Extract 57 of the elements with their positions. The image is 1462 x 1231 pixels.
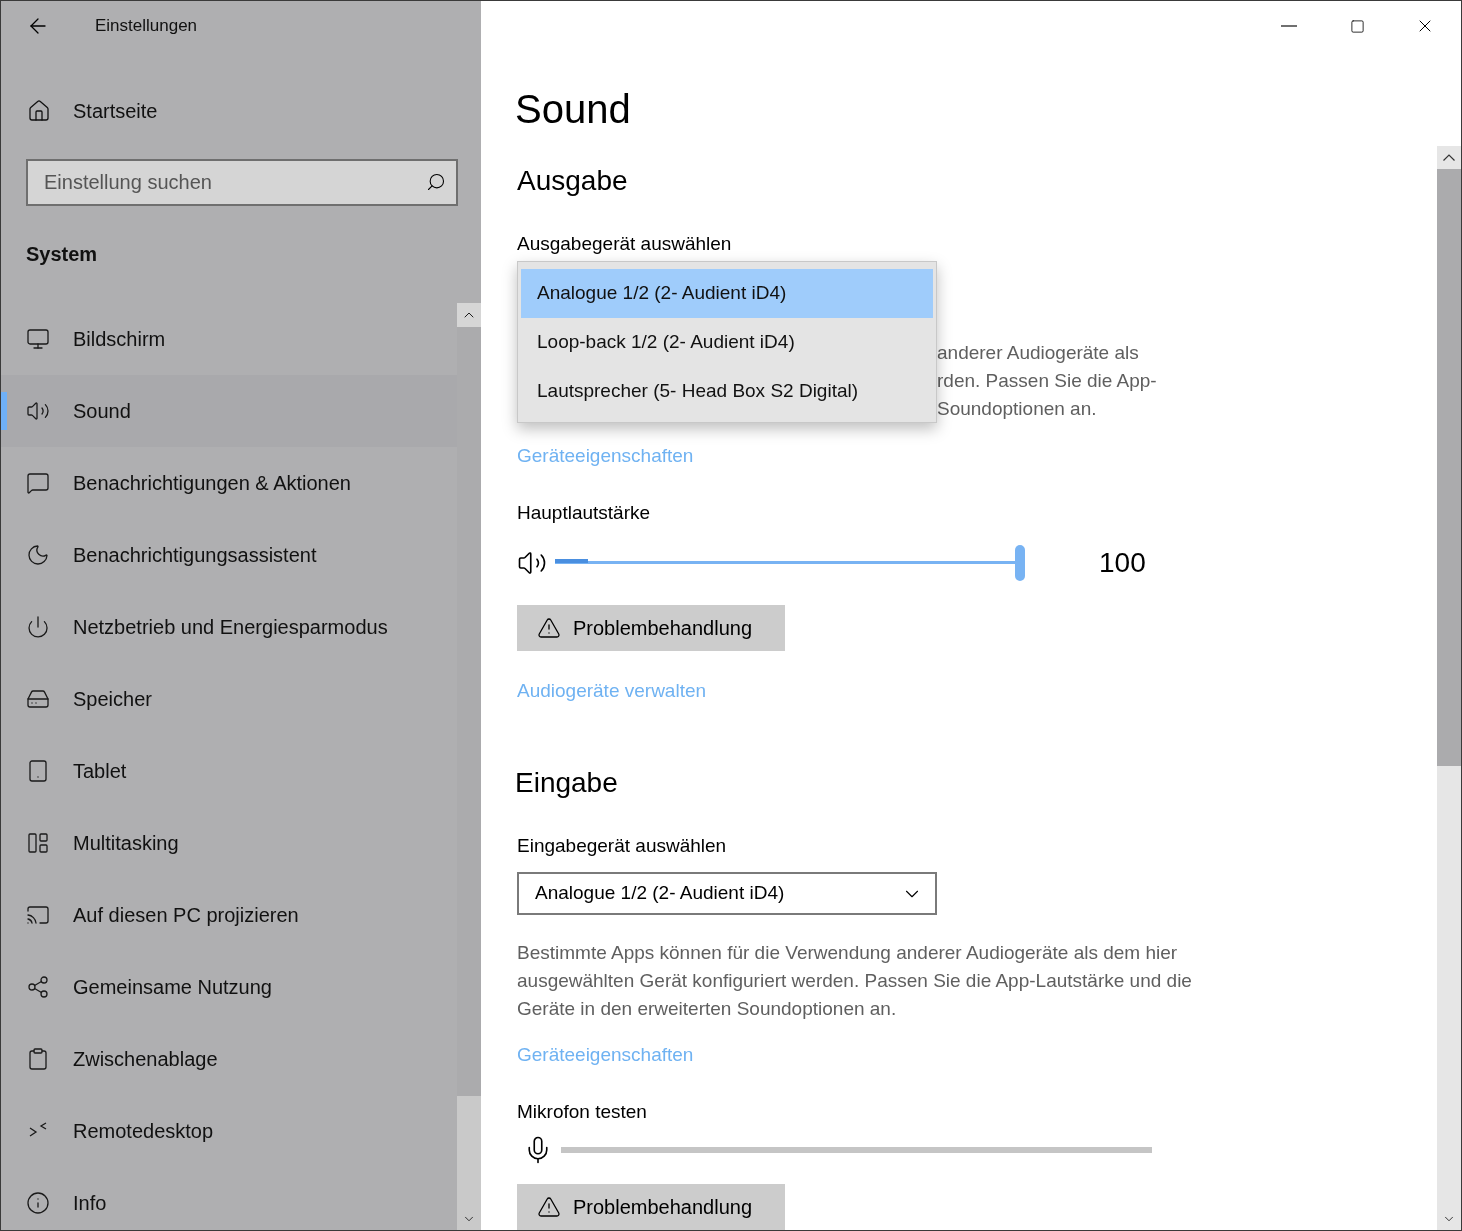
layout-icon [26,831,50,855]
search-field[interactable]: Einstellung suchen [26,159,458,206]
warning-icon [537,616,561,640]
volume-value: 100 [1099,546,1146,580]
home-item[interactable]: Startseite [1,91,481,131]
section-heading: Ausgabe [517,164,628,198]
sidebar-item[interactable]: Bildschirm [1,303,457,375]
search-icon [426,172,446,192]
dropdown-option[interactable]: Lautsprecher (5- Head Box S2 Digital) [521,367,933,416]
sidebar-item[interactable]: Benachrichtigungen & Aktionen [1,447,457,519]
drive-icon [26,687,50,711]
section-heading: Eingabe [515,766,618,800]
scrollbar[interactable] [1437,146,1461,1230]
troubleshoot-button[interactable]: Problembehandlung [517,1184,785,1230]
sidebar-item[interactable]: Remotedesktop [1,1095,457,1167]
sidebar-item[interactable]: Auf diesen PC projizieren [1,879,457,951]
sidebar-item[interactable]: Netzbetrieb und Energiesparmodus [1,591,457,663]
sidebar-item[interactable]: Info [1,1167,457,1230]
minimize-icon [1281,25,1297,27]
section-title: System [26,242,98,267]
description-text: rden. Passen Sie die App- [937,369,1157,393]
page-title: Sound [515,86,631,133]
sidebar-item[interactable]: Zwischenablage [1,1023,457,1095]
sidebar-item[interactable]: Multitasking [1,807,457,879]
dropdown-option[interactable]: Loop-back 1/2 (2- Audient iD4) [521,318,933,367]
dropdown-option[interactable]: Analogue 1/2 (2- Audient iD4) [521,269,933,318]
sidebar-item[interactable]: Benachrichtigungsassistent [1,519,457,591]
field-label: Ausgabegerät auswählen [517,232,732,256]
sidebar-item[interactable]: Sound [1,375,457,447]
scrollbar[interactable] [457,303,481,1230]
description-text: Soundoptionen an. [937,397,1097,421]
maximize-icon [1349,18,1365,34]
message-icon [26,471,50,495]
tablet-icon [26,759,50,783]
sidebar-item[interactable]: Speicher [1,663,457,735]
share-icon [26,975,50,999]
speaker-icon [26,399,50,423]
screen-icon [26,903,50,927]
field-label: Eingabegerät auswählen [517,834,727,858]
home-icon [27,99,51,123]
power-icon [26,615,50,639]
field-label: Hauptlautstärke [517,501,651,525]
description-text: Bestimmte Apps können für die Verwendung anderer Audiogeräte als dem hier ausgewählten Gerät konfiguriert werden. Passen Sie die App-Lautstärke und die Geräte in den erweiterten Soundoptionen an. [517,941,1193,1022]
sidebar-item[interactable]: Tablet [1,735,457,807]
window-title: Einstellungen [95,15,198,38]
input-device-dropdown[interactable]: Analogue 1/2 (2- Audient iD4) [517,872,937,916]
clipboard-icon [26,1047,50,1071]
sidebar-item[interactable]: Gemeinsame Nutzung [1,951,457,1023]
chevron-up-icon [1443,154,1455,161]
warning-icon [537,1195,561,1219]
info-icon [26,1191,50,1215]
moon-icon [26,543,50,567]
volume-slider[interactable] [555,545,1023,581]
field-label: Mikrofon testen [517,1100,647,1125]
troubleshoot-button[interactable]: Problembehandlung [517,605,785,651]
description-text: anderer Audiogeräte als [937,341,1139,365]
monitor-icon [26,327,50,351]
